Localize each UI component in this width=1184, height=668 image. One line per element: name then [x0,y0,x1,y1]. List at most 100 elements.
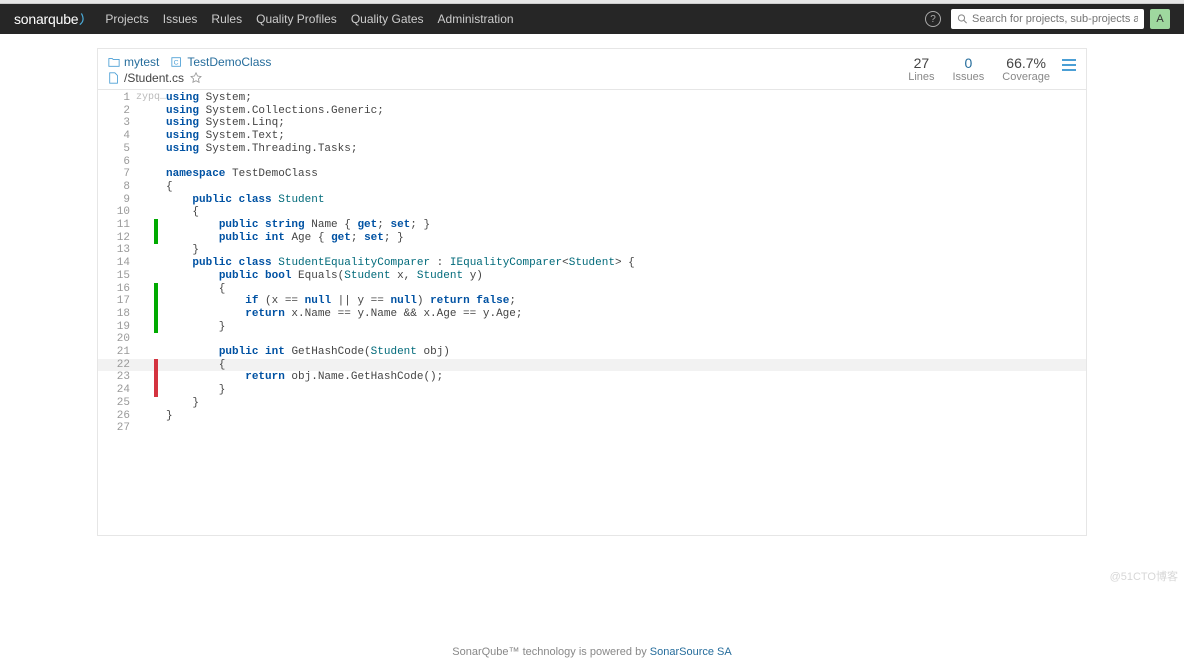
coverage-marker [154,130,158,143]
line-number: 27 [98,422,136,435]
code-line[interactable]: 17 if (x == null || y == null) return fa… [98,295,1086,308]
code-line[interactable]: 16 { [98,283,1086,296]
code-line[interactable]: 2using System.Collections.Generic; [98,105,1086,118]
code-line[interactable]: 26} [98,410,1086,423]
code-line[interactable]: 6 [98,156,1086,169]
line-number: 22 [98,359,136,372]
line-number: 15 [98,270,136,283]
coverage-marker [154,143,158,156]
line-number: 5 [98,143,136,156]
code-text: return x.Name == y.Name && x.Age == y.Ag… [164,308,1086,321]
code-line[interactable]: 18 return x.Name == y.Name && x.Age == y… [98,308,1086,321]
code-line[interactable]: 19 } [98,321,1086,334]
line-number: 16 [98,283,136,296]
coverage-marker [154,422,158,435]
metric-lines: 27Lines [908,55,934,83]
footer: SonarQube™ technology is powered by Sona… [0,636,1184,668]
code-text: return obj.Name.GetHashCode(); [164,371,1086,384]
search-icon [957,13,968,25]
scm-gutter [136,143,154,156]
code-line[interactable]: 27 [98,422,1086,435]
code-line[interactable]: 22 { [98,359,1086,372]
code-text: } [164,397,1086,410]
code-text: public string Name { get; set; } [164,219,1086,232]
code-line[interactable]: 5 using System.Threading.Tasks; [98,143,1086,156]
code-line[interactable]: 23 return obj.Name.GetHashCode(); [98,371,1086,384]
code-line[interactable]: 12 public int Age { get; set; } [98,232,1086,245]
global-search[interactable] [951,9,1144,29]
nav-administration[interactable]: Administration [438,12,514,26]
line-number: 11 [98,219,136,232]
footer-link[interactable]: SonarSource SA [650,646,732,658]
scm-gutter [136,397,154,410]
scm-gutter [136,321,154,334]
code-text: } [164,244,1086,257]
panel-header: mytest C TestDemoClass /Student.cs 27Lin… [98,49,1086,90]
code-line[interactable]: 11 public string Name { get; set; } [98,219,1086,232]
actions-menu-icon[interactable] [1062,59,1076,71]
code-text: using System.Threading.Tasks; [164,143,1086,156]
coverage-marker [154,168,158,181]
coverage-marker [154,105,158,118]
coverage-marker [154,384,158,397]
code-line[interactable]: 4using System.Text; [98,130,1086,143]
coverage-marker [154,92,158,105]
scm-gutter [136,117,154,130]
crumb-project[interactable]: mytest [124,55,159,69]
nav-projects[interactable]: Projects [105,12,148,26]
coverage-marker [154,206,158,219]
coverage-marker [154,283,158,296]
line-number: 19 [98,321,136,334]
line-number: 26 [98,410,136,423]
coverage-marker [154,117,158,130]
code-line[interactable]: 1zypq…using System; [98,92,1086,105]
line-number: 2 [98,105,136,118]
nav-quality-profiles[interactable]: Quality Profiles [256,12,337,26]
code-line[interactable]: 20 [98,333,1086,346]
nav-quality-gates[interactable]: Quality Gates [351,12,424,26]
code-text: if (x == null || y == null) return false… [164,295,1086,308]
scm-gutter [136,270,154,283]
code-text: { [164,181,1086,194]
brand-swoosh-icon [79,12,87,26]
coverage-marker [154,397,158,410]
coverage-marker [154,219,158,232]
nav-rules[interactable]: Rules [211,12,242,26]
metric-issues[interactable]: 0Issues [953,55,985,83]
user-avatar[interactable]: A [1150,9,1170,29]
line-number: 17 [98,295,136,308]
code-text: { [164,206,1086,219]
code-line[interactable]: 15 public bool Equals(Student x, Student… [98,270,1086,283]
nav-issues[interactable]: Issues [163,12,198,26]
code-line[interactable]: 14 public class StudentEqualityComparer … [98,257,1086,270]
line-number: 3 [98,117,136,130]
code-text: public class Student [164,194,1086,207]
crumb-class[interactable]: TestDemoClass [187,55,271,69]
code-line[interactable]: 21 public int GetHashCode(Student obj) [98,346,1086,359]
code-text: using System.Linq; [164,117,1086,130]
code-line[interactable]: 24 } [98,384,1086,397]
coverage-marker [154,181,158,194]
metric-coverage: 66.7%Coverage [1002,55,1050,83]
scm-gutter [136,156,154,169]
line-number: 25 [98,397,136,410]
search-input[interactable] [972,13,1138,25]
coverage-marker [154,295,158,308]
code-line[interactable]: 25 } [98,397,1086,410]
line-number: 9 [98,194,136,207]
scm-gutter [136,295,154,308]
scm-gutter: zypq… [136,92,154,105]
favorite-icon[interactable] [190,72,202,84]
help-icon[interactable]: ? [925,11,941,27]
code-line[interactable]: 10 { [98,206,1086,219]
code-line[interactable]: 8{ [98,181,1086,194]
coverage-marker [154,321,158,334]
line-number: 23 [98,371,136,384]
code-line[interactable]: 7namespace TestDemoClass [98,168,1086,181]
code-text [164,156,1086,169]
code-line[interactable]: 13 } [98,244,1086,257]
code-line[interactable]: 3 using System.Linq; [98,117,1086,130]
code-line[interactable]: 9 public class Student [98,194,1086,207]
coverage-marker [154,232,158,245]
brand[interactable]: sonarqube [14,11,87,27]
